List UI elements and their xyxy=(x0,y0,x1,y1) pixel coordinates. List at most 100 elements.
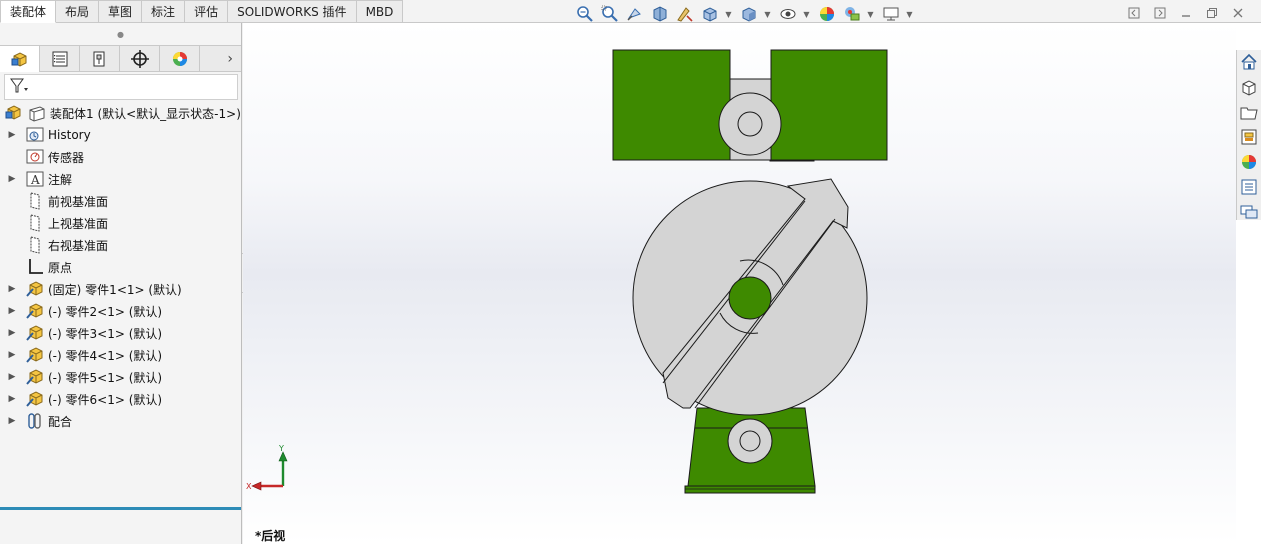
tree-item-label: 前视基准面 xyxy=(48,194,109,209)
tab-evaluate[interactable]: 评估 xyxy=(185,0,229,23)
command-manager-tabbar: 装配体 布局 草图 标注 评估 SOLIDWORKS 插件 MBD ▼ ▼ ▼ … xyxy=(0,0,1261,23)
tab-solidworks-addins[interactable]: SOLIDWORKS 插件 xyxy=(228,0,357,23)
tree-item-label: History xyxy=(48,128,91,142)
tree-item-label: (-) 零件4<1> (默认) xyxy=(48,348,163,363)
expand-arrow-icon[interactable]: ▶ xyxy=(7,174,17,184)
previous-view-icon[interactable] xyxy=(624,4,646,24)
apply-scene-dropdown-icon[interactable]: ▼ xyxy=(866,4,875,24)
annotation-icon: A xyxy=(25,169,45,189)
part-icon xyxy=(25,367,45,387)
origin-icon xyxy=(25,257,45,277)
plane-icon xyxy=(25,191,45,211)
hub-pin[interactable] xyxy=(728,276,772,320)
base-bushing-hole xyxy=(739,430,761,452)
display-style-icon[interactable] xyxy=(738,4,760,24)
mates-icon xyxy=(25,411,45,431)
tree-item-part1[interactable]: ▶ (固定) 零件1<1> (默认) xyxy=(0,278,241,300)
top-left-block[interactable] xyxy=(612,49,731,161)
expand-arrow-icon[interactable]: ▶ xyxy=(7,416,17,426)
hide-show-icon[interactable] xyxy=(777,4,799,24)
view-settings-icon[interactable] xyxy=(880,4,902,24)
panel-more-chevron-icon[interactable]: › xyxy=(200,46,241,71)
tree-item-top-plane[interactable]: 上视基准面 xyxy=(0,212,241,234)
assembly-model[interactable] xyxy=(243,23,1236,544)
featuremanager-tab-icon[interactable] xyxy=(0,46,40,72)
tree-item-label: 原点 xyxy=(48,260,73,275)
tree-item-history[interactable]: ▶ History xyxy=(0,124,241,146)
displaymanager-tab-icon[interactable] xyxy=(160,46,200,72)
tree-item-part6[interactable]: ▶ (-) 零件6<1> (默认) xyxy=(0,388,241,410)
forum-icon[interactable] xyxy=(1237,200,1261,224)
part-icon xyxy=(25,279,45,299)
expand-arrow-icon[interactable]: ▶ xyxy=(7,130,17,140)
apply-scene-icon[interactable] xyxy=(841,4,863,24)
close-icon[interactable] xyxy=(1225,5,1251,21)
tab-sketch[interactable]: 草图 xyxy=(99,0,143,23)
tree-item-front-plane[interactable]: 前视基准面 xyxy=(0,190,241,212)
expand-arrow-icon[interactable]: ▶ xyxy=(7,284,17,294)
tab-markup[interactable]: 标注 xyxy=(142,0,186,23)
triad-x-label: X xyxy=(246,482,252,491)
dimxpert-tab-icon[interactable] xyxy=(120,46,160,72)
view-palette-icon[interactable] xyxy=(1237,125,1261,149)
view-orientation-icon[interactable] xyxy=(699,4,721,24)
edit-appearance-icon[interactable] xyxy=(816,4,838,24)
dynamic-annotation-icon[interactable] xyxy=(674,4,696,24)
tree-item-label: 配合 xyxy=(48,414,73,429)
display-style-dropdown-icon[interactable]: ▼ xyxy=(763,4,772,24)
tree-item-mates[interactable]: ▶ 配合 xyxy=(0,410,241,432)
tree-end-separator xyxy=(0,507,241,510)
tree-item-sensors[interactable]: 传感器 xyxy=(0,146,241,168)
tab-assembly[interactable]: 装配体 xyxy=(0,0,57,23)
minimize-icon[interactable] xyxy=(1173,5,1199,21)
tree-item-label: (-) 零件5<1> (默认) xyxy=(48,370,163,385)
tile-left-icon[interactable] xyxy=(1121,5,1147,21)
zoom-area-icon[interactable] xyxy=(599,4,621,24)
home-icon[interactable] xyxy=(1237,50,1261,74)
tab-mbd[interactable]: MBD xyxy=(356,0,404,23)
expand-arrow-icon[interactable]: ▶ xyxy=(7,328,17,338)
history-icon xyxy=(25,125,45,145)
section-view-icon[interactable] xyxy=(649,4,671,24)
view-name-label: *后视 xyxy=(255,529,286,543)
tree-item-part5[interactable]: ▶ (-) 零件5<1> (默认) xyxy=(0,366,241,388)
zoom-to-fit-icon[interactable] xyxy=(574,4,596,24)
graphics-viewport[interactable]: Y X *后视 xyxy=(243,23,1236,544)
expand-arrow-icon[interactable]: ▶ xyxy=(7,372,17,382)
tree-item-origin[interactable]: 原点 xyxy=(0,256,241,278)
tree-item-part3[interactable]: ▶ (-) 零件3<1> (默认) xyxy=(0,322,241,344)
view-settings-dropdown-icon[interactable]: ▼ xyxy=(905,4,914,24)
triad-y-label: Y xyxy=(278,444,284,453)
appearances-icon[interactable] xyxy=(1237,150,1261,174)
part-icon xyxy=(25,323,45,343)
view-orientation-dropdown-icon[interactable]: ▼ xyxy=(724,4,733,24)
assembly-doc-icon xyxy=(27,103,47,123)
part-icon xyxy=(25,301,45,321)
hide-show-dropdown-icon[interactable]: ▼ xyxy=(802,4,811,24)
filter-icon[interactable] xyxy=(9,77,29,98)
propertymanager-tab-icon[interactable] xyxy=(40,46,80,72)
document-window-controls xyxy=(1121,5,1251,21)
tab-layout[interactable]: 布局 xyxy=(56,0,100,23)
tree-root-assembly[interactable]: 装配体1 (默认<默认_显示状态-1>) xyxy=(0,102,241,124)
file-explorer-icon[interactable] xyxy=(1237,100,1261,124)
tile-right-icon[interactable] xyxy=(1147,5,1173,21)
expand-arrow-icon[interactable]: ▶ xyxy=(7,394,17,404)
restore-icon[interactable] xyxy=(1199,5,1225,21)
tree-filter-box[interactable] xyxy=(4,74,238,100)
panel-tab-strip: › xyxy=(0,45,241,72)
panel-grip-icon[interactable]: ● xyxy=(0,23,241,45)
top-right-block[interactable] xyxy=(770,49,888,161)
configurationmanager-tab-icon[interactable] xyxy=(80,46,120,72)
expand-arrow-icon[interactable]: ▶ xyxy=(7,350,17,360)
tree-item-part4[interactable]: ▶ (-) 零件4<1> (默认) xyxy=(0,344,241,366)
tree-item-label: (固定) 零件1<1> (默认) xyxy=(48,282,182,297)
tree-item-right-plane[interactable]: 右视基准面 xyxy=(0,234,241,256)
tree-item-annotations[interactable]: ▶ A 注解 xyxy=(0,168,241,190)
tree-item-part2[interactable]: ▶ (-) 零件2<1> (默认) xyxy=(0,300,241,322)
custom-properties-icon[interactable] xyxy=(1237,175,1261,199)
part-icon xyxy=(25,345,45,365)
design-library-icon[interactable] xyxy=(1237,75,1261,99)
expand-arrow-icon[interactable]: ▶ xyxy=(7,306,17,316)
base-plate[interactable] xyxy=(684,485,816,494)
